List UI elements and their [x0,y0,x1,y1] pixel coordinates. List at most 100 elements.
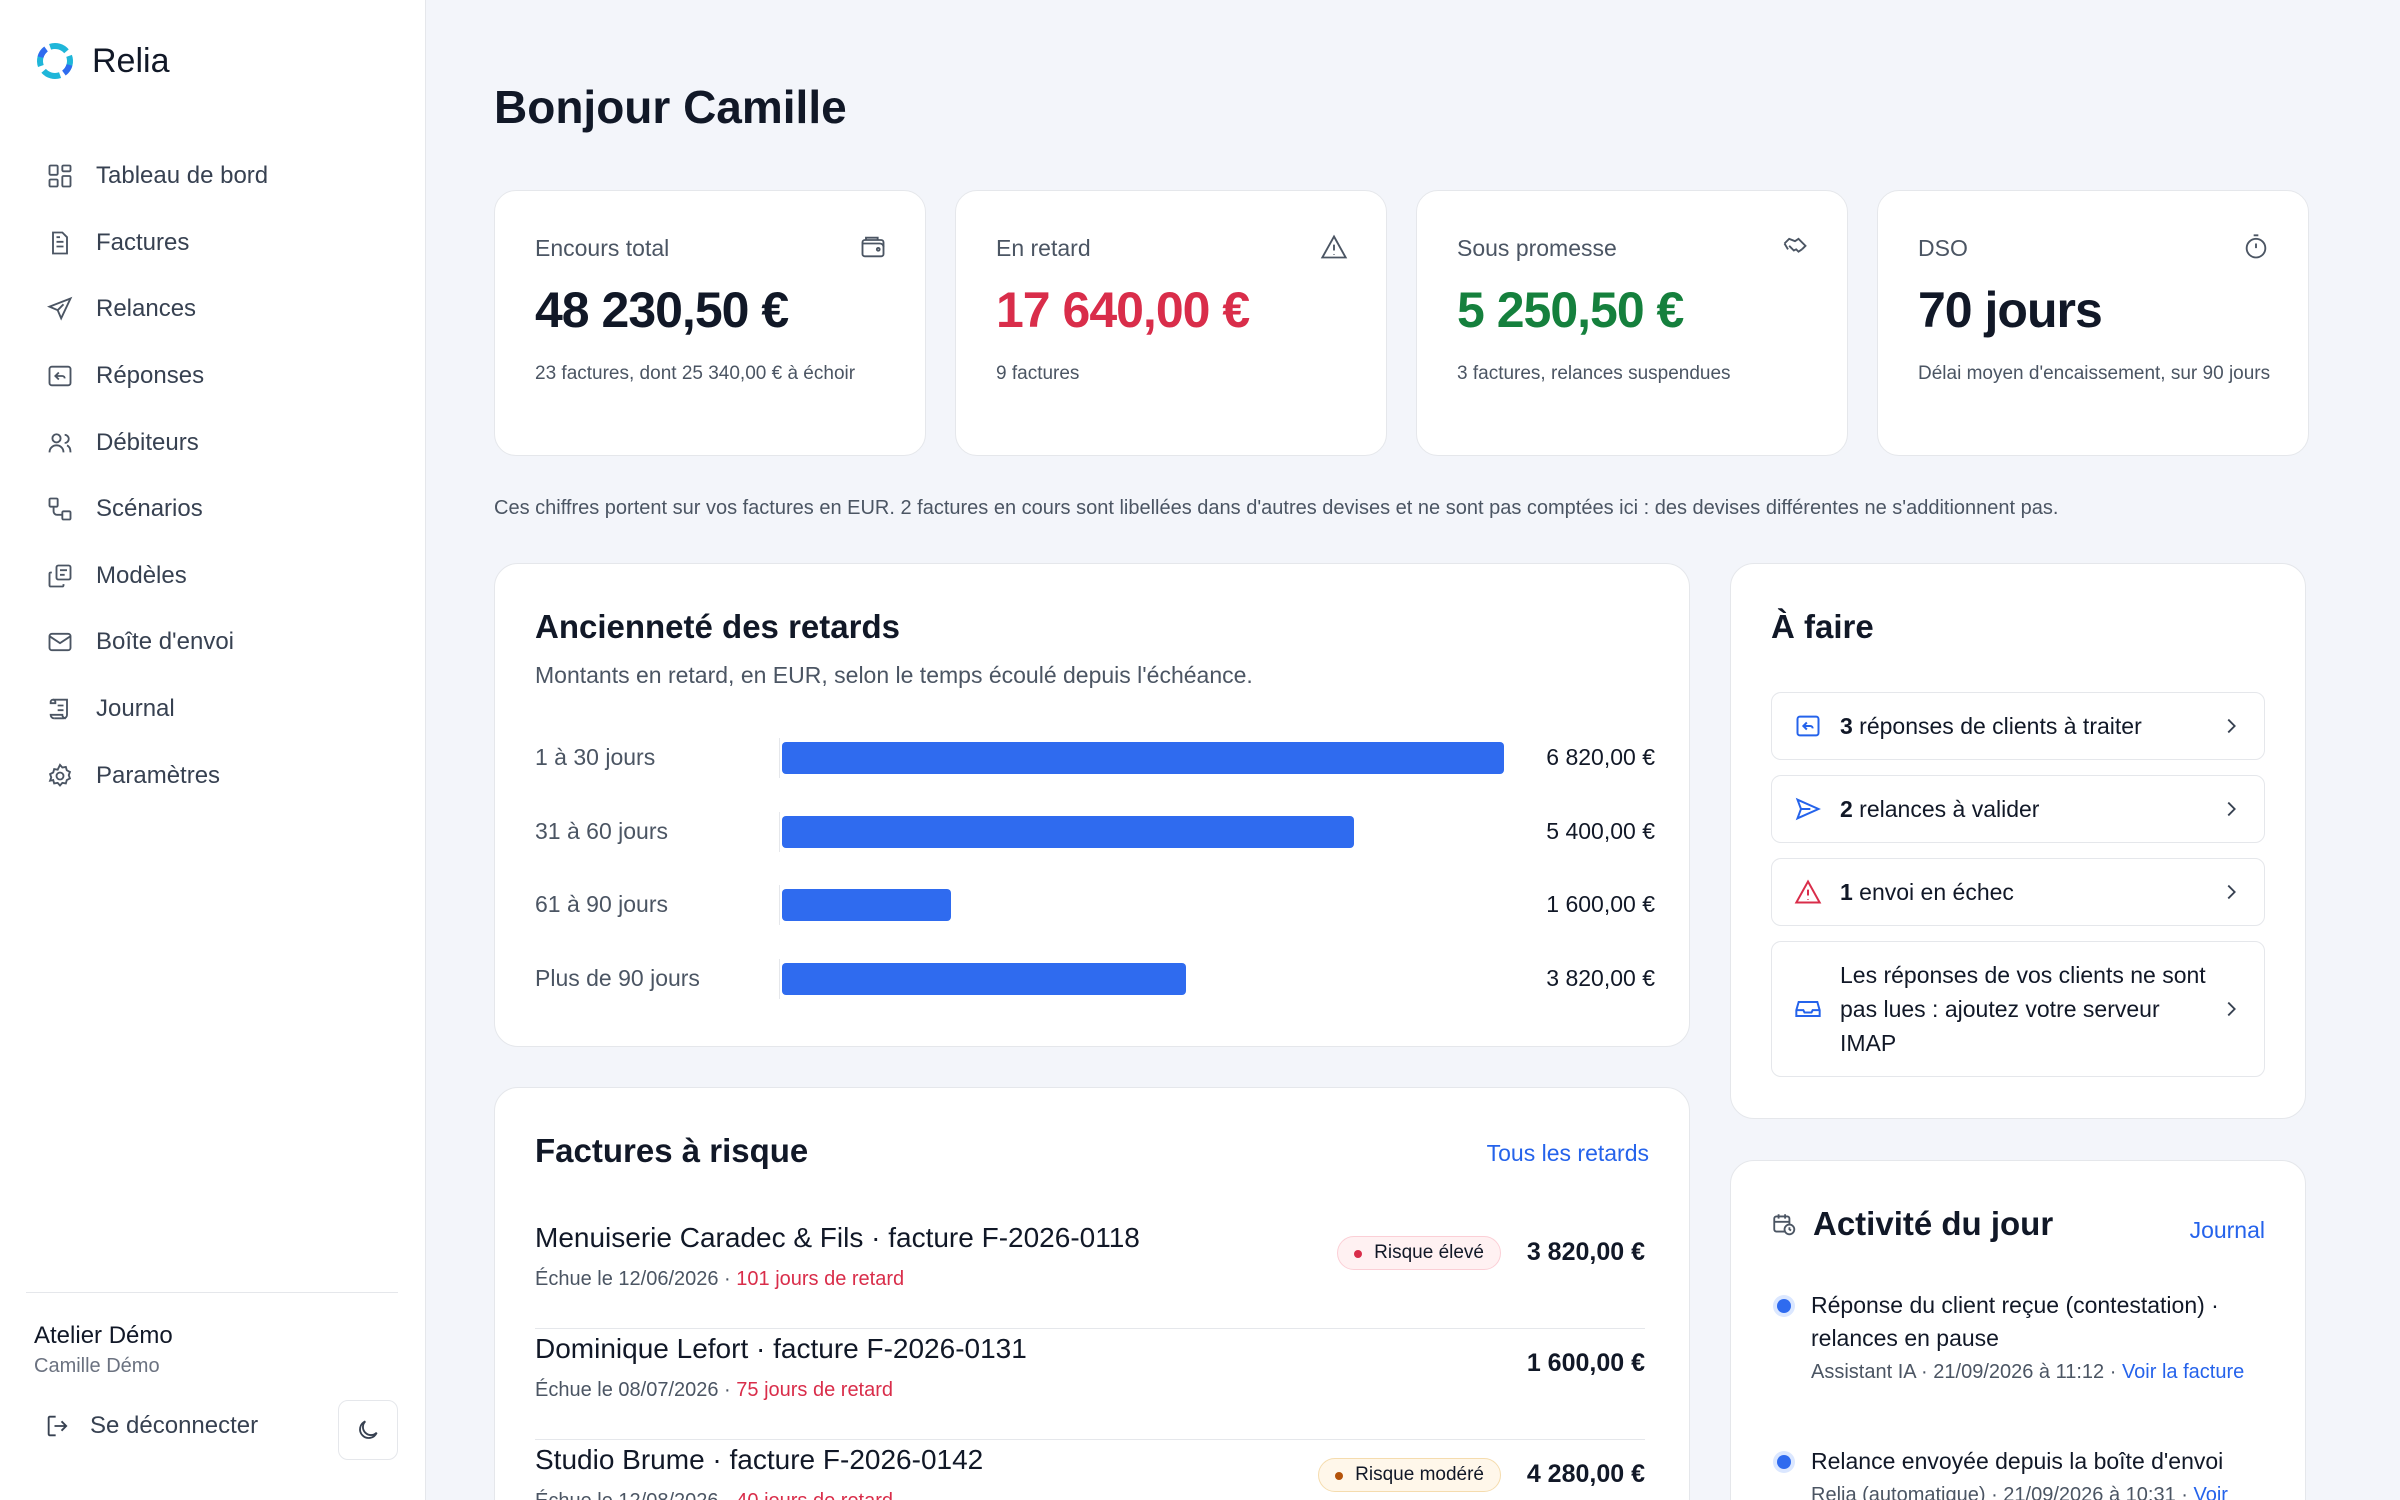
moon-icon [359,1420,378,1439]
chevron-right-icon [2227,884,2236,900]
theme-toggle-button[interactable] [338,1400,398,1460]
nav-item-scenarios[interactable]: Scénarios [30,476,400,543]
todo-count: 3 [1840,713,1853,739]
activity-item-meta: Relia (automatique) · 21/09/2026 à 10:31… [1811,1482,2271,1500]
nav-item-reminders[interactable]: Relances [30,276,400,343]
invoice-title: Studio Brume · facture F-2026-0142 [535,1444,984,1475]
view-invoice-link[interactable]: Voir la facture [2122,1361,2244,1383]
bar[interactable] [782,962,1187,995]
todo-count: 1 [1840,879,1853,905]
risk-badge-label: Risque élevé [1374,1242,1484,1263]
bar-row: 1 à 30 jours 6 820,00 € [535,738,1655,778]
brand[interactable]: Relia [34,40,169,82]
table-row[interactable]: Studio Brume · facture F-2026-0142 Échue… [535,1440,1645,1500]
kpi-card-overdue[interactable]: En retard 17 640,00 € 9 factures [955,190,1387,456]
timeline-dot [1777,1299,1791,1313]
invoice-due: Échue le 12/08/2026 · [535,1490,736,1500]
document-icon [52,231,68,255]
warning-icon [1794,879,1822,904]
invoice-meta: Échue le 08/07/2026 · 75 jours de retard [535,1379,893,1402]
inbox-icon [1795,1001,1821,1017]
send-icon [47,297,73,322]
bar[interactable] [782,815,1354,848]
aging-card: Ancienneté des retards Montants en retar… [494,563,1690,1047]
activity-meta-text: Relia (automatique) · 21/09/2026 à 10:31… [1811,1484,2194,1500]
nav-item-debtors[interactable]: Débiteurs [30,409,400,476]
timeline-dot [1777,1455,1791,1469]
aging-title: Ancienneté des retards [535,608,900,645]
nav-label: Débiteurs [96,428,199,456]
table-row[interactable]: Menuiserie Caradec & Fils · facture F-20… [535,1218,1645,1329]
bar[interactable] [782,742,1504,774]
kpi-card-promised[interactable]: Sous promesse 5 250,50 € 3 factures, rel… [1416,190,1848,456]
risk-badge: Risque modéré [1318,1458,1501,1492]
table-row[interactable]: Dominique Lefort · facture F-2026-0131 É… [535,1329,1645,1440]
kpi-card-dso[interactable]: DSO 70 jours Délai moyen d'encaissement,… [1877,190,2309,456]
risk-badge-label: Risque modéré [1355,1464,1484,1485]
kpi-sub: 23 factures, dont 25 340,00 € à échoir [535,363,856,384]
chevron-right-icon [2227,1001,2236,1017]
all-overdue-link[interactable]: Tous les retards [1487,1140,1649,1167]
activity-title: Activité du jour [1813,1205,2054,1242]
app-name: Relia [92,41,170,80]
bar-track [779,885,1505,925]
todo-item-replies[interactable]: 3 réponses de clients à traiter [1771,692,2265,760]
nav-item-templates[interactable]: Modèles [30,543,400,610]
kpi-card-outstanding[interactable]: Encours total 48 230,50 € 23 factures, d… [494,190,926,456]
bar-value-label: 6 820,00 € [1546,744,1655,770]
todo-item-failed-send[interactable]: 1 envoi en échec [1771,858,2265,926]
todo-item-imap[interactable]: Les réponses de vos clients ne sont pas … [1771,941,2265,1077]
kpi-label: Sous promesse [1457,235,1617,261]
todo-item-reminders[interactable]: 2 relances à valider [1771,775,2265,843]
warning-icon [1320,234,1348,259]
templates-icon [48,564,72,588]
nav-item-outbox[interactable]: Boîte d'envoi [30,609,400,676]
org-name: Atelier Démo [34,1322,173,1349]
todo-label: relances à valider [1852,796,2040,822]
nav-label: Réponses [96,362,205,390]
bar-row: 61 à 90 jours 1 600,00 € [535,885,1655,925]
kpi-label: En retard [996,235,1091,261]
workflow-icon [48,497,72,521]
invoice-meta: Échue le 12/06/2026 · 101 jours de retar… [535,1268,904,1291]
nav-item-dashboard[interactable]: Tableau de bord [30,143,400,210]
nav-label: Tableau de bord [96,162,269,190]
user-name: Camille Démo [34,1355,160,1377]
invoice-late: 40 jours de retard [736,1490,893,1500]
invoice-late: 101 jours de retard [736,1268,905,1290]
bar-category-label: 61 à 90 jours [535,891,668,917]
nav-label: Journal [96,695,175,723]
invoice-title: Dominique Lefort · facture F-2026-0131 [535,1333,1027,1364]
bar-row: Plus de 90 jours 3 820,00 € [535,958,1655,999]
journal-link[interactable]: Journal [2190,1217,2265,1244]
main-nav: Tableau de bord Factures Relances Répons… [30,143,400,809]
page-title: Bonjour Camille [494,81,847,133]
logout-button[interactable]: Se déconnecter [44,1412,258,1440]
nav-item-invoices[interactable]: Factures [30,210,400,277]
risk-badge: Risque élevé [1337,1236,1501,1270]
nav-label: Factures [96,228,190,256]
activity-card: Activité du jour Journal Réponse du clie… [1730,1160,2306,1500]
kpi-value: 48 230,50 € [535,282,789,338]
bar[interactable] [782,889,952,921]
risk-dot [1354,1250,1363,1258]
nav-item-replies[interactable]: Réponses [30,343,400,410]
kpi-value: 17 640,00 € [996,282,1250,338]
view-link[interactable]: Voir [2193,1484,2227,1500]
relia-logo-icon [37,43,73,79]
bar-category-label: 1 à 30 jours [535,744,656,770]
kpi-value: 5 250,50 € [1457,282,1684,338]
invoice-meta: Échue le 12/08/2026 · 40 jours de retard [535,1490,893,1500]
bar-value-label: 5 400,00 € [1546,817,1655,844]
todo-count: 2 [1840,796,1853,822]
nav-item-journal[interactable]: Journal [30,676,400,743]
nav-item-settings[interactable]: Paramètres [30,742,400,809]
todo-label: réponses de clients à traiter [1852,713,2142,739]
bar-track [779,811,1505,852]
invoice-title: Menuiserie Caradec & Fils · facture F-20… [535,1222,1140,1253]
users-icon [48,432,72,453]
risk-card: Factures à risque Tous les retards Menui… [494,1087,1690,1500]
activity-item-title: Relance envoyée depuis la boîte d'envoi [1811,1448,2224,1474]
todo-card: À faire 3 réponses de clients à traiter … [1730,563,2306,1119]
invoice-amount: 3 820,00 € [1526,1238,1645,1266]
